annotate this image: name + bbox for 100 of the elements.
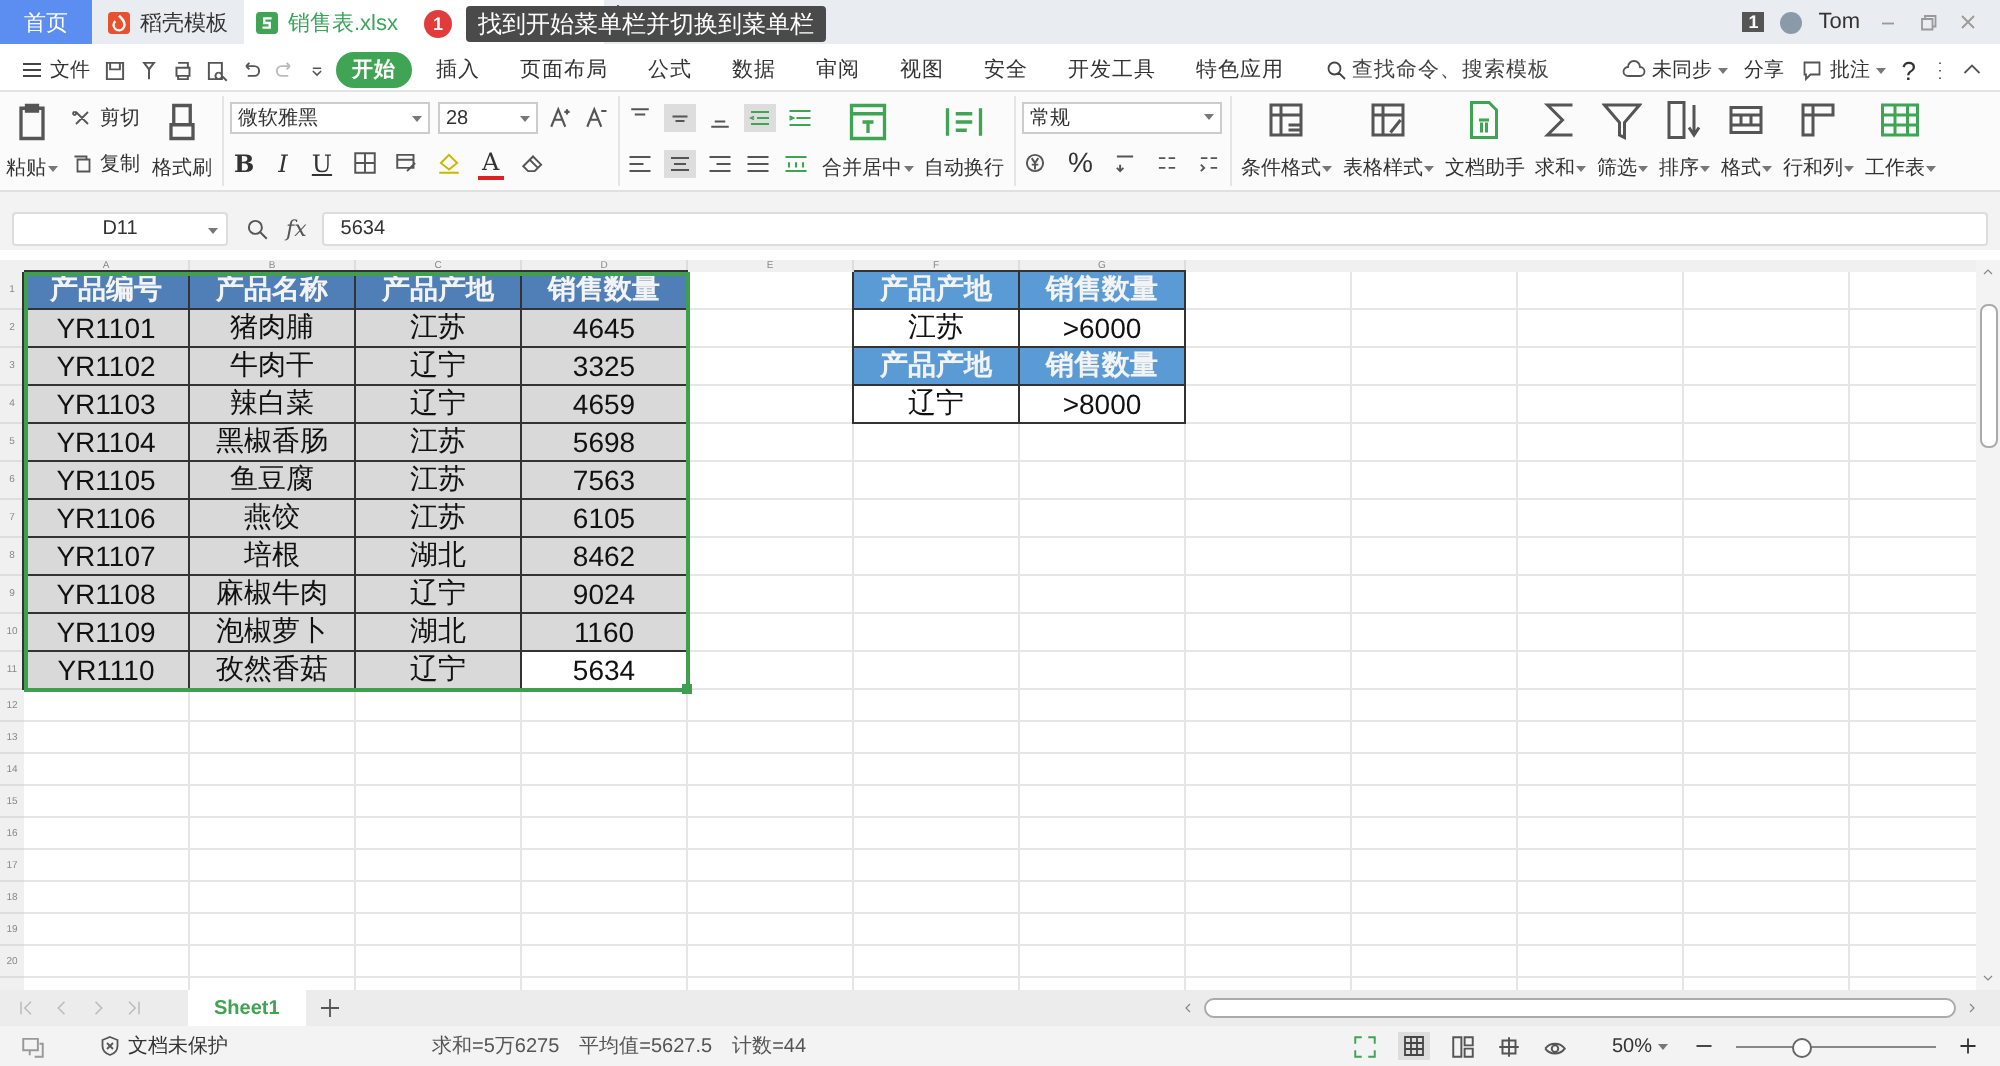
align-center-icon[interactable]	[664, 149, 696, 178]
bold-button[interactable]: B	[230, 147, 259, 179]
normal-view-icon[interactable]	[1397, 1032, 1430, 1060]
file-menu[interactable]: 文件	[16, 54, 94, 86]
vertical-scrollbar[interactable]	[1976, 260, 2000, 990]
table-cell: >8000	[1020, 386, 1186, 424]
copy-button[interactable]: 复制	[66, 147, 144, 180]
paste-button[interactable]: 粘贴	[4, 96, 60, 186]
table-cell: 4645	[522, 310, 688, 348]
table-cell: 辽宁	[356, 652, 522, 690]
table-cell: 辣白菜	[190, 386, 356, 424]
tool-button[interactable]: 文档助手	[1442, 96, 1527, 186]
caret-icon	[1658, 1043, 1668, 1049]
table-cell: 江苏	[356, 424, 522, 462]
formula-field[interactable]: 5634	[322, 211, 1988, 245]
caret-icon	[1844, 165, 1855, 171]
scrollbar-thumb[interactable]	[1204, 998, 1956, 1018]
preview-icon[interactable]	[204, 57, 230, 83]
tool-button[interactable]: 排序	[1656, 96, 1713, 186]
menu-tab[interactable]: 页面布局	[504, 52, 624, 88]
save-icon[interactable]	[102, 57, 128, 83]
tool-button[interactable]: 求和	[1532, 96, 1589, 186]
eraser-icon[interactable]	[519, 150, 546, 176]
format-painter-button[interactable]: 格式刷	[150, 96, 214, 186]
caret-icon	[1926, 165, 1937, 171]
table-cell: YR1105	[24, 462, 190, 500]
shield-icon	[98, 1034, 122, 1058]
tool-button[interactable]: 行和列	[1780, 96, 1857, 186]
table-cell: 牛肉干	[190, 348, 356, 386]
table-cell: YR1107	[24, 538, 190, 576]
tool-button[interactable]: 筛选	[1594, 96, 1651, 186]
menu-tab[interactable]: 特色应用	[1180, 52, 1300, 88]
fullscreen-icon[interactable]	[1351, 1033, 1378, 1059]
fill-handle[interactable]	[682, 684, 692, 694]
menu-tab[interactable]: 数据	[716, 52, 792, 88]
shrink-font-icon[interactable]	[582, 104, 610, 132]
borders-icon[interactable]	[352, 150, 379, 176]
name-box[interactable]: D11	[12, 211, 228, 245]
tool-button[interactable]: 表格样式	[1340, 96, 1437, 186]
font-size-dropdown[interactable]: 28	[438, 102, 538, 134]
menu-tab[interactable]: 开发工具	[1052, 52, 1172, 88]
zoom-in-icon[interactable]	[1956, 1034, 1980, 1058]
caret-icon	[1576, 165, 1587, 171]
menu-tab[interactable]: 审阅	[800, 52, 876, 88]
scroll-left-icon[interactable]	[1180, 1000, 1196, 1016]
sort-icon	[1664, 100, 1705, 140]
table-cell: 湖北	[356, 614, 522, 652]
page-break-icon[interactable]	[1449, 1033, 1476, 1059]
underline-button[interactable]: U	[307, 147, 337, 179]
spreadsheet-logo-icon	[256, 11, 278, 33]
zoom-slider-thumb[interactable]	[1792, 1037, 1812, 1057]
cut-button[interactable]: 剪切	[66, 102, 144, 135]
share-button[interactable]: 分享	[1739, 54, 1788, 86]
menu-tab[interactable]: 视图	[884, 52, 960, 88]
zoom-dropdown[interactable]: 50%	[1607, 1033, 1672, 1059]
scroll-right-icon[interactable]	[1964, 1000, 1980, 1016]
indent-decrease-icon[interactable]	[744, 104, 776, 133]
menu-tab[interactable]: 安全	[968, 52, 1044, 88]
table-cell: 辽宁	[356, 386, 522, 424]
table-cell: 辽宁	[356, 348, 522, 386]
scroll-up-icon[interactable]	[1980, 264, 1996, 280]
number-format-dropdown[interactable]: 常规	[1022, 101, 1222, 134]
tool-button[interactable]: 工作表	[1862, 96, 1939, 186]
sync-button[interactable]: 未同步	[1617, 54, 1732, 86]
wrap-text-button[interactable]: 自动换行	[922, 96, 1006, 186]
help-button[interactable]: ?	[1897, 53, 1920, 87]
table-cell: YR1104	[24, 424, 190, 462]
grow-font-icon[interactable]	[546, 104, 574, 132]
cell-fill-icon[interactable]	[394, 150, 421, 176]
print-icon[interactable]	[170, 57, 196, 83]
scrollbar-thumb[interactable]	[1979, 304, 1997, 448]
table-cell: 5698	[522, 424, 688, 462]
table-cell: YR1103	[24, 386, 190, 424]
protection-status[interactable]: 文档未保护	[94, 1030, 232, 1062]
add-sheet-icon[interactable]	[317, 996, 342, 1020]
command-search[interactable]: 查找命令、搜索模板	[1324, 56, 1550, 84]
merge-center-button[interactable]: 合并居中	[820, 96, 916, 186]
window-count-badge[interactable]: 1	[1742, 12, 1765, 32]
align-middle-icon[interactable]	[664, 104, 696, 133]
search-icon	[1324, 58, 1348, 82]
filter-icon	[1602, 100, 1643, 140]
font-dropdown[interactable]: 微软雅黑	[230, 102, 430, 134]
caret-icon	[1424, 165, 1435, 171]
menu-tab[interactable]: 插入	[420, 52, 496, 88]
zoom-icon[interactable]	[244, 215, 270, 241]
comment-button[interactable]: 批注	[1795, 54, 1890, 86]
tool-button[interactable]: 格式	[1718, 96, 1775, 186]
sum-value: 求和=5万6275	[432, 1033, 560, 1060]
table-cell: 江苏	[854, 310, 1020, 348]
percent-button[interactable]: %	[1064, 144, 1097, 181]
user-name[interactable]: Tom	[1818, 10, 1860, 34]
font-color-button[interactable]: A	[478, 146, 504, 180]
table-cell: 泡椒萝卜	[190, 614, 356, 652]
italic-button[interactable]: I	[274, 147, 292, 179]
menu-tab[interactable]: 公式	[632, 52, 708, 88]
function-label[interactable]: fx	[286, 215, 307, 241]
scroll-down-icon[interactable]	[1980, 970, 1996, 986]
currency-icon[interactable]	[1022, 149, 1048, 176]
tool-button[interactable]: 条件格式	[1238, 96, 1335, 186]
monitor-icon[interactable]	[20, 1033, 46, 1059]
